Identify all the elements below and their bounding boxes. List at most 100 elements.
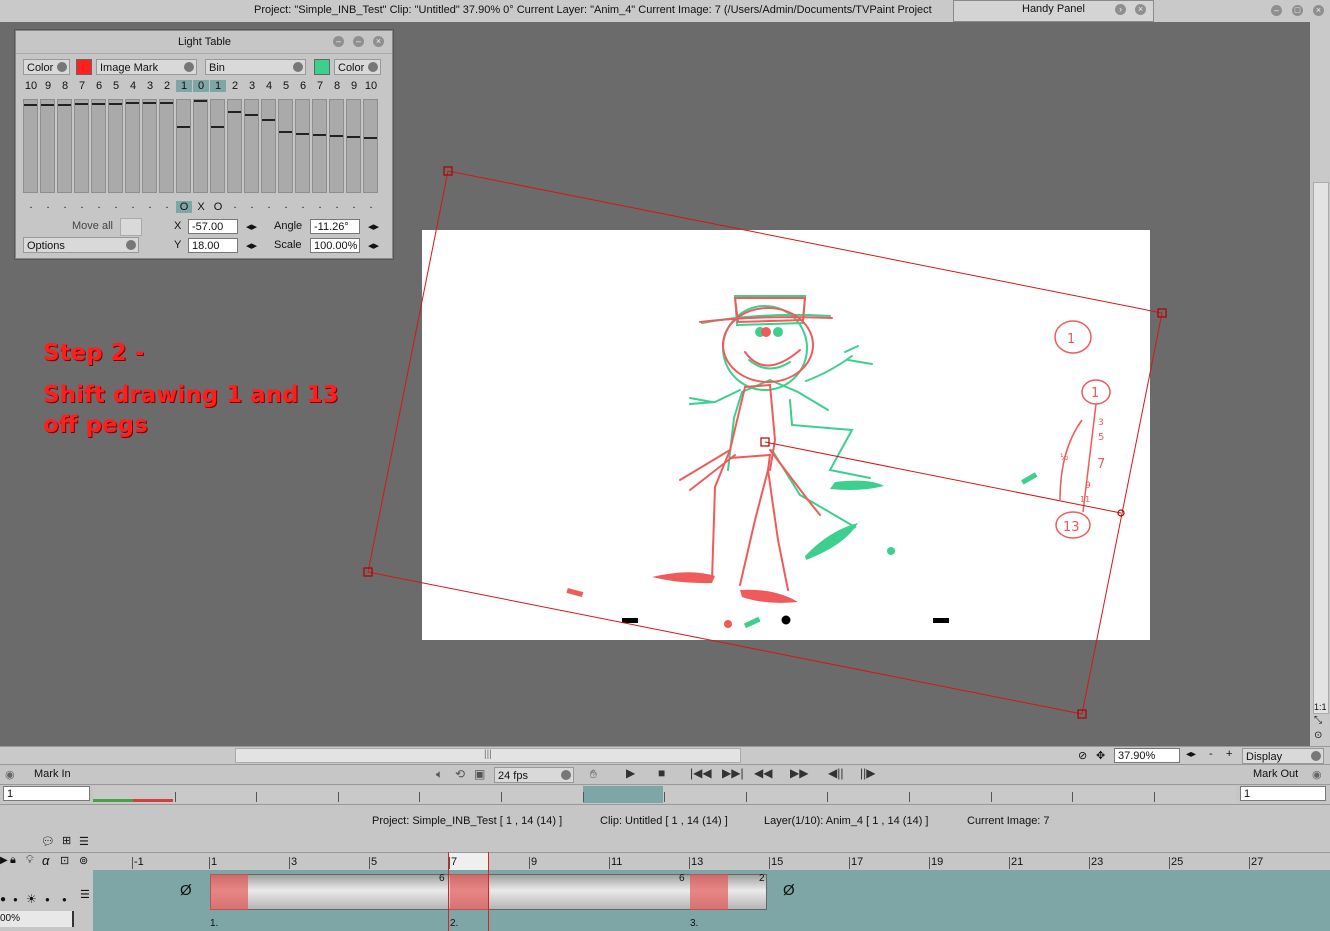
peg-marker[interactable]: O <box>210 201 226 213</box>
opacity-slider[interactable] <box>91 99 106 193</box>
first-frame-button[interactable]: |◀◀ <box>690 766 712 780</box>
frame-number[interactable]: 9 <box>40 80 56 92</box>
hand-icon[interactable]: ✋︎ <box>590 767 597 782</box>
opacity-slider[interactable] <box>23 99 38 193</box>
frame-slider[interactable] <box>93 786 1236 803</box>
layer-header[interactable]: ● ● ☀ ● ● ☰ 00% <box>0 870 93 931</box>
right-color-swatch[interactable] <box>314 59 330 75</box>
y-stepper-icon[interactable]: ◂▸ <box>246 239 257 252</box>
opacity-slider[interactable] <box>125 99 140 193</box>
light-table-header[interactable]: Light Table – – × <box>16 31 392 54</box>
light-icon[interactable]: 💡︎ <box>26 854 34 867</box>
scale-stepper-icon[interactable]: ◂▸ <box>368 239 379 252</box>
slider-knob[interactable] <box>109 103 122 105</box>
loop-icon[interactable]: ⟲ <box>455 767 465 781</box>
options-dropdown[interactable]: Options <box>23 237 139 253</box>
opacity-slider[interactable] <box>159 99 174 193</box>
comment-icon[interactable]: 💬︎ <box>41 835 55 848</box>
slider-knob[interactable] <box>143 102 156 104</box>
opacity-slider[interactable] <box>193 99 208 193</box>
left-color-dropdown[interactable]: Color <box>23 59 70 75</box>
opacity-slider[interactable] <box>108 99 123 193</box>
frame-slider-thumb[interactable] <box>583 786 663 803</box>
mark-in-icon[interactable]: ◉ <box>5 768 15 781</box>
zoom-out-button[interactable]: - <box>1209 748 1213 760</box>
frame-number[interactable]: 10 <box>363 80 379 92</box>
frame-number[interactable]: 5 <box>278 80 294 92</box>
instance-1[interactable] <box>210 874 248 910</box>
mark-in-field[interactable]: 1 <box>3 786 90 801</box>
close-icon[interactable]: × <box>373 36 384 47</box>
mode-dropdown[interactable]: Image Mark <box>96 59 197 75</box>
frame-number[interactable]: 8 <box>329 80 345 92</box>
sound-icon[interactable]: 🔈︎ <box>436 767 443 782</box>
fps-dropdown[interactable]: 24 fps <box>494 767 574 783</box>
dot-icon[interactable]: ● <box>13 895 18 904</box>
opacity-slider[interactable] <box>57 99 72 193</box>
lock-icon[interactable]: 🔒︎ <box>10 854 16 867</box>
collapse-icon[interactable]: ▶ <box>0 855 8 866</box>
instance-2[interactable] <box>450 874 488 910</box>
options-icon[interactable]: – <box>333 36 344 47</box>
slider-knob[interactable] <box>58 104 71 106</box>
grip-icon[interactable]: ☰ <box>80 888 90 901</box>
opacity-slider[interactable] <box>244 99 259 193</box>
frame-number[interactable]: 5 <box>108 80 124 92</box>
move-all-toggle[interactable] <box>120 218 142 236</box>
frame-number[interactable]: 4 <box>261 80 277 92</box>
frame-number[interactable]: 3 <box>244 80 260 92</box>
slider-knob[interactable] <box>211 126 224 128</box>
opacity-slider[interactable] <box>176 99 191 193</box>
slider-knob[interactable] <box>160 102 173 104</box>
opacity-field[interactable]: 00% <box>0 911 74 927</box>
peg-marker[interactable]: O <box>176 201 192 213</box>
slider-knob[interactable] <box>262 119 275 121</box>
slider-knob[interactable] <box>194 100 207 102</box>
frame-number[interactable]: 6 <box>91 80 107 92</box>
frame-number[interactable]: 0 <box>193 80 209 92</box>
zoom-in-button[interactable]: + <box>1226 748 1232 760</box>
frame-number[interactable]: 6 <box>295 80 311 92</box>
slider-knob[interactable] <box>313 134 326 136</box>
frame-number[interactable]: 7 <box>74 80 90 92</box>
frame-number[interactable]: 9 <box>346 80 362 92</box>
hscroll-thumb[interactable]: ||| <box>235 748 741 763</box>
opacity-slider[interactable] <box>295 99 310 193</box>
opacity-slider[interactable] <box>278 99 293 193</box>
right-color-dropdown[interactable]: Color <box>334 59 381 75</box>
opacity-slider[interactable] <box>142 99 157 193</box>
slider-knob[interactable] <box>126 102 139 104</box>
angle-stepper-icon[interactable]: ◂▸ <box>368 220 379 233</box>
left-color-swatch[interactable] <box>76 59 92 75</box>
layer-track[interactable]: 6 6 2 1. 2. 3. Ø Ø <box>0 852 1330 931</box>
visibility-icon[interactable]: ● <box>0 894 6 905</box>
prev-frame-button[interactable]: ◀|| <box>828 766 843 780</box>
frame-number[interactable]: 7 <box>312 80 328 92</box>
mark-out-icon[interactable]: ◉ <box>1312 768 1322 781</box>
x-field[interactable]: -57.00 <box>188 219 238 234</box>
opacity-slider[interactable] <box>261 99 276 193</box>
slider-knob[interactable] <box>245 114 258 116</box>
opacity-slider[interactable] <box>40 99 55 193</box>
slider-knob[interactable] <box>330 135 343 137</box>
y-field[interactable]: 18.00 <box>188 238 238 253</box>
safe-area-icon[interactable]: ▣ <box>474 767 485 781</box>
light-toggle-icon[interactable]: ☀ <box>26 892 37 906</box>
slider-knob[interactable] <box>296 133 309 135</box>
slider-knob[interactable] <box>41 104 54 106</box>
slider-knob[interactable] <box>92 103 105 105</box>
last-frame-button[interactable]: ▶▶| <box>722 766 744 780</box>
slider-knob[interactable] <box>279 131 292 133</box>
frame-number[interactable]: 1 <box>176 80 192 92</box>
frame-number[interactable]: 2 <box>227 80 243 92</box>
onion-icon[interactable]: ⊚ <box>79 854 88 867</box>
opacity-slider[interactable] <box>363 99 378 193</box>
play-button[interactable]: ▶ <box>626 766 635 780</box>
rotate-view-icon[interactable]: ⊘ <box>1078 749 1087 762</box>
slider-knob[interactable] <box>347 136 360 138</box>
zoom-stepper-icon[interactable]: ◂▸ <box>1186 749 1196 760</box>
instance-3[interactable] <box>690 874 728 910</box>
slider-knob[interactable] <box>364 137 377 139</box>
angle-field[interactable]: -11.26° <box>310 219 360 234</box>
layer-list-icon[interactable]: ☰ <box>79 835 89 848</box>
